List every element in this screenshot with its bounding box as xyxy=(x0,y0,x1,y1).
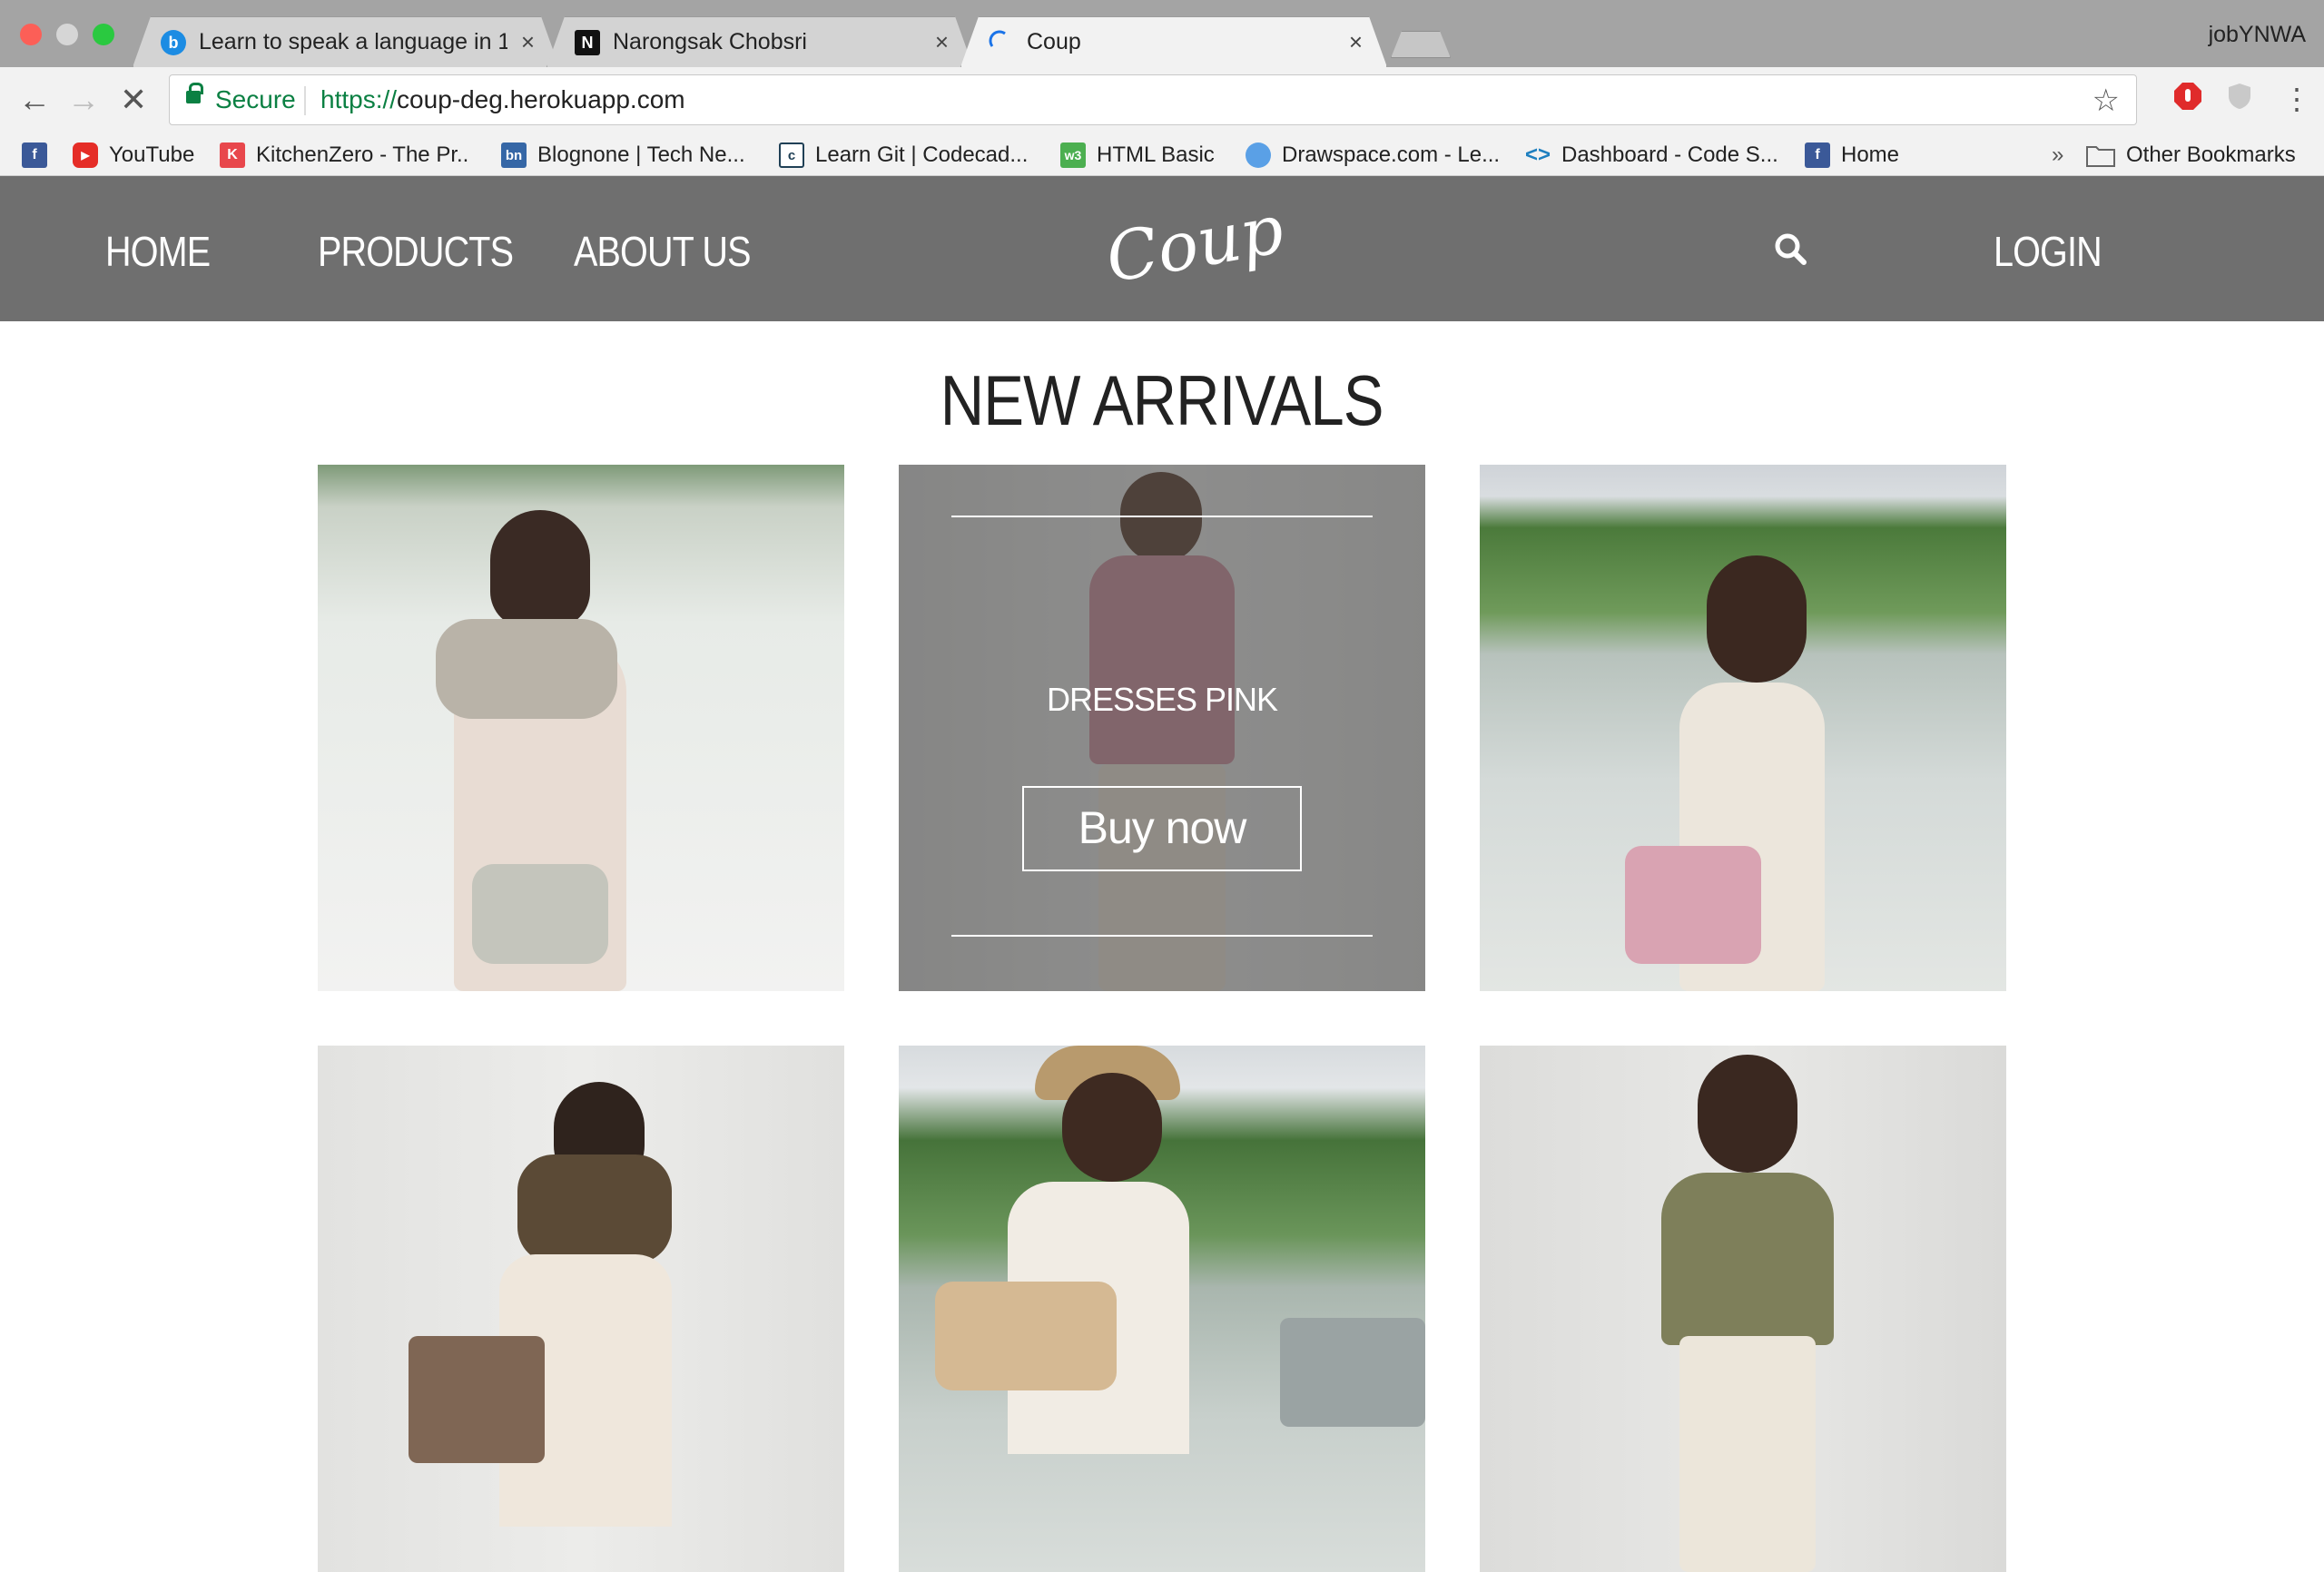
divider xyxy=(304,86,306,115)
bookmarks-overflow[interactable]: » xyxy=(2052,140,2063,171)
bookmark-youtube[interactable]: ▶ YouTube xyxy=(73,140,194,171)
blognone-icon: bn xyxy=(501,142,527,168)
bookmark-home[interactable]: f Home xyxy=(1805,140,1899,171)
url-host: coup-deg.herokuapp.com xyxy=(397,85,685,113)
profile-name[interactable]: jobYNWA xyxy=(2209,22,2306,48)
product-card-1[interactable] xyxy=(318,465,844,991)
tab-learn-language[interactable]: b Learn to speak a language in 1( × xyxy=(133,16,559,67)
bookmark-label: Learn Git | Codecad... xyxy=(815,142,1029,167)
site-logo[interactable]: Coup xyxy=(1100,191,1289,299)
shield-icon[interactable] xyxy=(2226,82,2253,118)
bookmark-label: Home xyxy=(1841,142,1900,167)
secure-label: Secure xyxy=(215,85,296,113)
divider xyxy=(951,516,1373,517)
drawspace-icon xyxy=(1246,142,1271,168)
stop-icon[interactable]: ✕ xyxy=(120,84,147,116)
close-icon[interactable]: × xyxy=(935,28,949,56)
bookmark-label: HTML Basic xyxy=(1097,142,1215,167)
menu-icon[interactable]: ⋮ xyxy=(2282,82,2311,116)
url-text[interactable]: https://coup-deg.herokuapp.com xyxy=(320,85,685,114)
browser-toolbar: ← → ✕ Secure https://coup-deg.herokuapp.… xyxy=(0,67,2324,134)
w3schools-icon: w3 xyxy=(1060,142,1086,168)
youtube-icon: ▶ xyxy=(73,142,98,168)
tab-narongsak[interactable]: N Narongsak Chobsri × xyxy=(547,16,973,67)
bookmark-star-icon[interactable]: ☆ xyxy=(2093,83,2120,119)
bookmark-codecademy[interactable]: c Learn Git | Codecad... xyxy=(779,140,1028,171)
search-icon[interactable] xyxy=(1774,232,1807,265)
nav-products[interactable]: PRODUCTS xyxy=(318,227,514,276)
buy-now-button[interactable]: Buy now xyxy=(1022,786,1302,871)
bookmark-html-basic[interactable]: w3 HTML Basic xyxy=(1060,140,1215,171)
bookmark-label: YouTube xyxy=(109,142,195,167)
kitchenzero-icon: K xyxy=(220,142,245,168)
code-icon: <> xyxy=(1524,142,1551,167)
nav-about[interactable]: ABOUT US xyxy=(574,227,751,276)
minimize-window-button[interactable] xyxy=(56,24,78,45)
close-icon[interactable]: × xyxy=(521,28,535,56)
bookmark-facebook[interactable]: f xyxy=(22,140,58,171)
product-card-5[interactable] xyxy=(899,1046,1425,1572)
bookmark-dashboard[interactable]: <> Dashboard - Code S... xyxy=(1525,140,1778,171)
bookmark-label: Drawspace.com - Le... xyxy=(1282,142,1501,167)
product-card-4[interactable] xyxy=(318,1046,844,1572)
maximize-window-button[interactable] xyxy=(93,24,114,45)
tab-strip: b Learn to speak a language in 1( × N Na… xyxy=(0,0,2324,67)
loading-spinner-icon xyxy=(989,30,1014,55)
tab-title: Learn to speak a language in 1( xyxy=(199,29,507,54)
tab-title: Coup xyxy=(1027,29,1081,54)
tab-coup[interactable]: Coup × xyxy=(960,16,1387,67)
close-window-button[interactable] xyxy=(20,24,42,45)
forward-icon[interactable]: → xyxy=(67,84,100,116)
site-navbar: HOME PRODUCTS ABOUT US Coup LOGIN xyxy=(0,176,2324,321)
facebook-icon: f xyxy=(1805,142,1830,168)
bookmark-label: Blognone | Tech Ne... xyxy=(537,142,745,167)
bookmark-label: Other Bookmarks xyxy=(2126,142,2296,167)
bookmarks-bar: f ▶ YouTube K KitchenZero - The Pr.. bn … xyxy=(0,134,2324,176)
product-card-3[interactable] xyxy=(1480,465,2006,991)
product-card-featured[interactable]: DRESSES PINK Buy now xyxy=(899,465,1425,991)
tab-title: Narongsak Chobsri xyxy=(613,29,807,54)
lock-icon xyxy=(186,83,203,103)
nav-login[interactable]: LOGIN xyxy=(1994,227,2102,276)
new-tab-button[interactable] xyxy=(1391,31,1451,58)
close-icon[interactable]: × xyxy=(1349,28,1363,56)
adblock-icon[interactable] xyxy=(2173,82,2202,118)
bing-icon: b xyxy=(161,30,186,55)
folder-icon xyxy=(2086,142,2115,168)
nav-home[interactable]: HOME xyxy=(105,227,211,276)
product-card-6[interactable] xyxy=(1480,1046,2006,1572)
product-overlay xyxy=(899,465,1425,991)
divider xyxy=(951,935,1373,937)
product-title: DRESSES PINK xyxy=(1046,681,1278,718)
facebook-icon: f xyxy=(22,142,47,168)
bookmark-blognone[interactable]: bn Blognone | Tech Ne... xyxy=(501,140,745,171)
bookmark-drawspace[interactable]: Drawspace.com - Le... xyxy=(1246,140,1500,171)
notion-icon: N xyxy=(575,30,600,55)
heading-text: NEW ARRIVALS xyxy=(940,360,1384,440)
other-bookmarks[interactable]: Other Bookmarks xyxy=(2086,140,2296,171)
codecademy-icon: c xyxy=(779,142,804,168)
bookmark-label: KitchenZero - The Pr.. xyxy=(256,142,469,167)
section-heading: NEW ARRIVALS xyxy=(0,359,2324,442)
back-icon[interactable]: ← xyxy=(18,84,51,116)
bookmark-label: Dashboard - Code S... xyxy=(1561,142,1778,167)
url-scheme: https:// xyxy=(320,85,398,113)
address-bar[interactable]: Secure https://coup-deg.herokuapp.com ☆ xyxy=(169,74,2137,125)
bookmark-kitchenzero[interactable]: K KitchenZero - The Pr.. xyxy=(220,140,468,171)
